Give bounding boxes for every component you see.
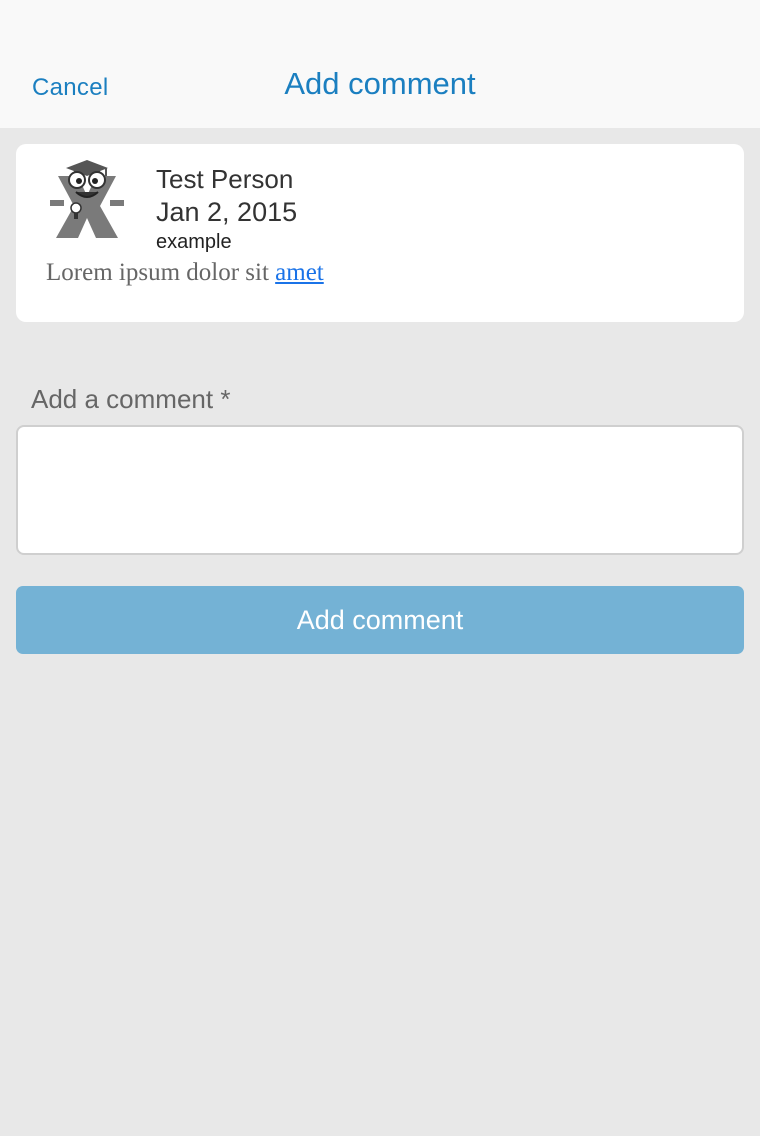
comment-body-text: Lorem ipsum dolor sit xyxy=(46,259,269,286)
avatar xyxy=(50,158,124,240)
comment-body-link[interactable]: amet xyxy=(275,259,324,286)
comment-date: Jan 2, 2015 xyxy=(156,197,298,227)
comment-username: example xyxy=(156,231,232,253)
graduate-mascot-avatar-icon xyxy=(50,160,124,238)
comment-body: Lorem ipsum dolor sit amet xyxy=(46,259,324,287)
add-comment-button[interactable]: Add comment xyxy=(16,586,744,654)
comment-author: Test Person xyxy=(156,164,294,194)
page-title: Add comment xyxy=(284,66,476,101)
comment-input[interactable] xyxy=(16,425,744,555)
navigation-bar: Cancel Add comment xyxy=(0,0,760,128)
comment-card: Test Person Jan 2, 2015 example Lorem ip… xyxy=(16,144,744,322)
comment-field-label: Add a comment * xyxy=(31,384,231,414)
